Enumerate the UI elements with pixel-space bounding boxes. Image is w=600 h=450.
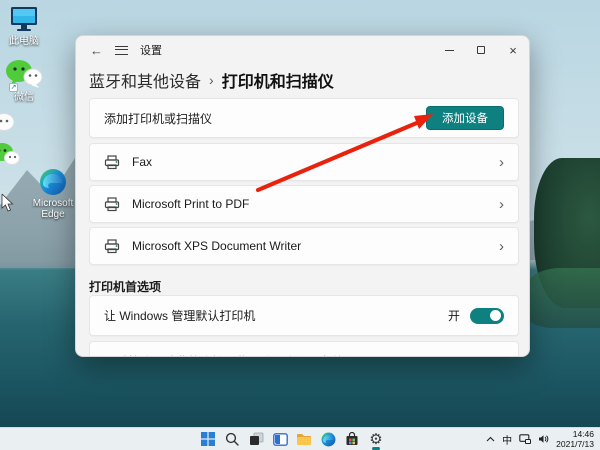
file-explorer-button[interactable] bbox=[292, 428, 316, 450]
add-printer-row: 添加打印机或扫描仪 添加设备 bbox=[89, 98, 519, 138]
shore-right bbox=[520, 268, 600, 328]
edge-icon bbox=[40, 169, 66, 195]
edge-icon bbox=[321, 432, 335, 446]
minimize-icon bbox=[444, 49, 454, 51]
tray-date: 2021/7/13 bbox=[556, 439, 594, 449]
shortcut-arrow-icon: ↗ bbox=[9, 83, 18, 92]
network-icon[interactable] bbox=[519, 434, 532, 444]
settings-window: ← 设置 × 蓝牙和其他设备 › 打印机和扫描仪 添加打印机或扫描仪 添加设备 … bbox=[75, 35, 530, 357]
minimize-button[interactable] bbox=[433, 36, 465, 64]
printer-name: Microsoft XPS Document Writer bbox=[132, 239, 302, 253]
chevron-right-icon: › bbox=[499, 195, 504, 213]
maximize-icon bbox=[477, 46, 485, 54]
tray-time: 14:46 bbox=[572, 429, 594, 439]
windows-logo-icon bbox=[201, 432, 215, 446]
search-button[interactable] bbox=[220, 428, 244, 450]
page-title: 打印机和扫描仪 bbox=[221, 74, 334, 91]
back-button[interactable]: ← bbox=[90, 44, 103, 57]
printer-name: Fax bbox=[132, 155, 153, 169]
desktop-icon-label: 微信 bbox=[14, 92, 34, 103]
add-printer-label: 添加打印机或扫描仪 bbox=[104, 111, 213, 126]
default-printer-label: 让 Windows 管理默认打印机 bbox=[104, 309, 256, 323]
taskbar-center-icons: ⚙ bbox=[196, 428, 388, 450]
toggle-state-label: 开 bbox=[447, 309, 460, 323]
task-view-button[interactable] bbox=[244, 428, 268, 450]
this-pc-icon bbox=[11, 7, 37, 31]
toggle-knob bbox=[490, 310, 501, 321]
default-printer-toggle[interactable] bbox=[470, 307, 504, 324]
section-title: 打印机首选项 bbox=[89, 280, 162, 294]
desktop-icon-label: Microsoft Edge bbox=[32, 198, 74, 220]
speaker-icon bbox=[539, 435, 549, 443]
titlebar[interactable]: ← 设置 × bbox=[76, 36, 529, 64]
desktop: { "desktop": { "icons": { "this_pc": { "… bbox=[0, 0, 600, 450]
system-tray: 中 14:46 2021/7/13 bbox=[486, 428, 596, 450]
printer-icon bbox=[104, 238, 120, 253]
metered-connection-label: 通过按流量计费的连接下载驱动程序和设备软件 bbox=[104, 353, 356, 356]
printer-icon bbox=[104, 154, 120, 169]
breadcrumb: 蓝牙和其他设备 › 打印机和扫描仪 bbox=[89, 68, 334, 92]
chevron-up-icon bbox=[486, 436, 495, 442]
breadcrumb-separator: › bbox=[209, 72, 214, 88]
partial-bubble-icon[interactable] bbox=[0, 112, 16, 132]
desktop-icon-edge[interactable]: Microsoft Edge bbox=[24, 168, 82, 220]
breadcrumb-parent[interactable]: 蓝牙和其他设备 bbox=[89, 68, 201, 92]
printer-icon bbox=[104, 196, 120, 211]
maximize-button[interactable] bbox=[465, 36, 497, 64]
task-view-icon bbox=[249, 432, 263, 445]
store-button[interactable] bbox=[340, 428, 364, 450]
close-icon: × bbox=[509, 42, 517, 58]
chevron-right-icon: › bbox=[499, 153, 504, 171]
tray-overflow-button[interactable] bbox=[486, 436, 495, 442]
window-title: 设置 bbox=[140, 45, 162, 57]
widgets-button[interactable] bbox=[268, 428, 292, 450]
printer-row-xps[interactable]: Microsoft XPS Document Writer › bbox=[89, 227, 519, 265]
mouse-cursor bbox=[1, 194, 14, 212]
default-printer-row: 让 Windows 管理默认打印机 开 bbox=[89, 295, 519, 336]
edge-button[interactable] bbox=[316, 428, 340, 450]
metered-connection-row[interactable]: 通过按流量计费的连接下载驱动程序和设备软件 bbox=[89, 341, 519, 356]
desktop-icon-wechat[interactable]: ↗ 微信 bbox=[0, 58, 48, 103]
printer-row-fax[interactable]: Fax › bbox=[89, 143, 519, 181]
taskbar: ⚙ 中 14:46 2021/7/13 bbox=[0, 427, 600, 450]
printer-row-pdf[interactable]: Microsoft Print to PDF › bbox=[89, 185, 519, 223]
settings-button[interactable]: ⚙ bbox=[364, 428, 388, 450]
volume-icon[interactable] bbox=[538, 434, 549, 444]
taskbar-clock[interactable]: 14:46 2021/7/13 bbox=[556, 429, 596, 449]
search-icon bbox=[225, 432, 239, 446]
store-icon bbox=[346, 432, 358, 445]
display-network-icon bbox=[519, 434, 532, 444]
ime-indicator[interactable]: 中 bbox=[502, 432, 512, 447]
gear-icon: ⚙ bbox=[369, 430, 383, 448]
folder-icon bbox=[297, 433, 311, 445]
start-button[interactable] bbox=[196, 428, 220, 450]
printer-name: Microsoft Print to PDF bbox=[132, 197, 250, 211]
desktop-icon-label: 此电脑 bbox=[9, 36, 39, 47]
desktop-icon-this-pc[interactable]: 此电脑 bbox=[0, 6, 48, 47]
hamburger-menu-icon[interactable] bbox=[115, 45, 128, 55]
widgets-icon bbox=[272, 432, 288, 446]
chevron-right-icon: › bbox=[499, 237, 504, 255]
close-button[interactable]: × bbox=[497, 36, 529, 64]
add-device-button[interactable]: 添加设备 bbox=[426, 106, 504, 130]
partial-wechat-icon[interactable] bbox=[0, 142, 20, 166]
